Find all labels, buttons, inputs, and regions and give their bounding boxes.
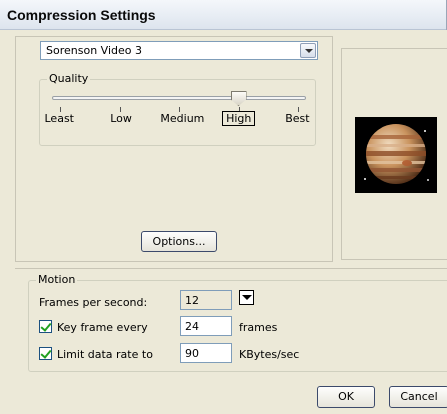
title-bar: Compression Settings (0, 0, 447, 30)
keyframe-checkbox[interactable] (39, 320, 52, 333)
datarate-checkbox[interactable] (39, 347, 52, 360)
options-button[interactable]: Options... (141, 231, 217, 252)
datarate-field[interactable]: 90 (180, 343, 232, 363)
keyframe-unit: frames (239, 321, 278, 334)
quality-slider-track[interactable] (52, 96, 306, 100)
chevron-down-icon[interactable] (300, 43, 316, 58)
keyframe-label: Key frame every (57, 321, 148, 334)
section-divider (15, 268, 447, 269)
motion-legend: Motion (36, 273, 78, 286)
datarate-label: Limit data rate to (57, 348, 153, 361)
compressor-dropdown[interactable]: Sorenson Video 3 (40, 41, 318, 60)
fps-dropdown-arrow-icon[interactable] (239, 290, 254, 305)
ok-button[interactable]: OK (317, 386, 375, 408)
fps-label: Frames per second: (39, 296, 148, 309)
quality-label-medium[interactable]: Medium (160, 112, 204, 125)
cancel-button[interactable]: Cancel (389, 386, 447, 408)
keyframe-field[interactable]: 24 (180, 316, 232, 336)
quality-label-least[interactable]: Least (45, 112, 75, 125)
window-title: Compression Settings (7, 7, 156, 23)
jupiter-preview-image (355, 117, 437, 193)
quality-label-best[interactable]: Best (285, 112, 309, 125)
quality-label-high[interactable]: High (222, 111, 256, 126)
datarate-unit: KBytes/sec (239, 348, 300, 361)
quality-legend: Quality (47, 72, 91, 85)
compressor-panel (15, 36, 333, 262)
fps-field[interactable]: 12 (180, 290, 232, 310)
quality-label-low[interactable]: Low (110, 112, 132, 125)
compressor-value: Sorenson Video 3 (46, 44, 142, 57)
